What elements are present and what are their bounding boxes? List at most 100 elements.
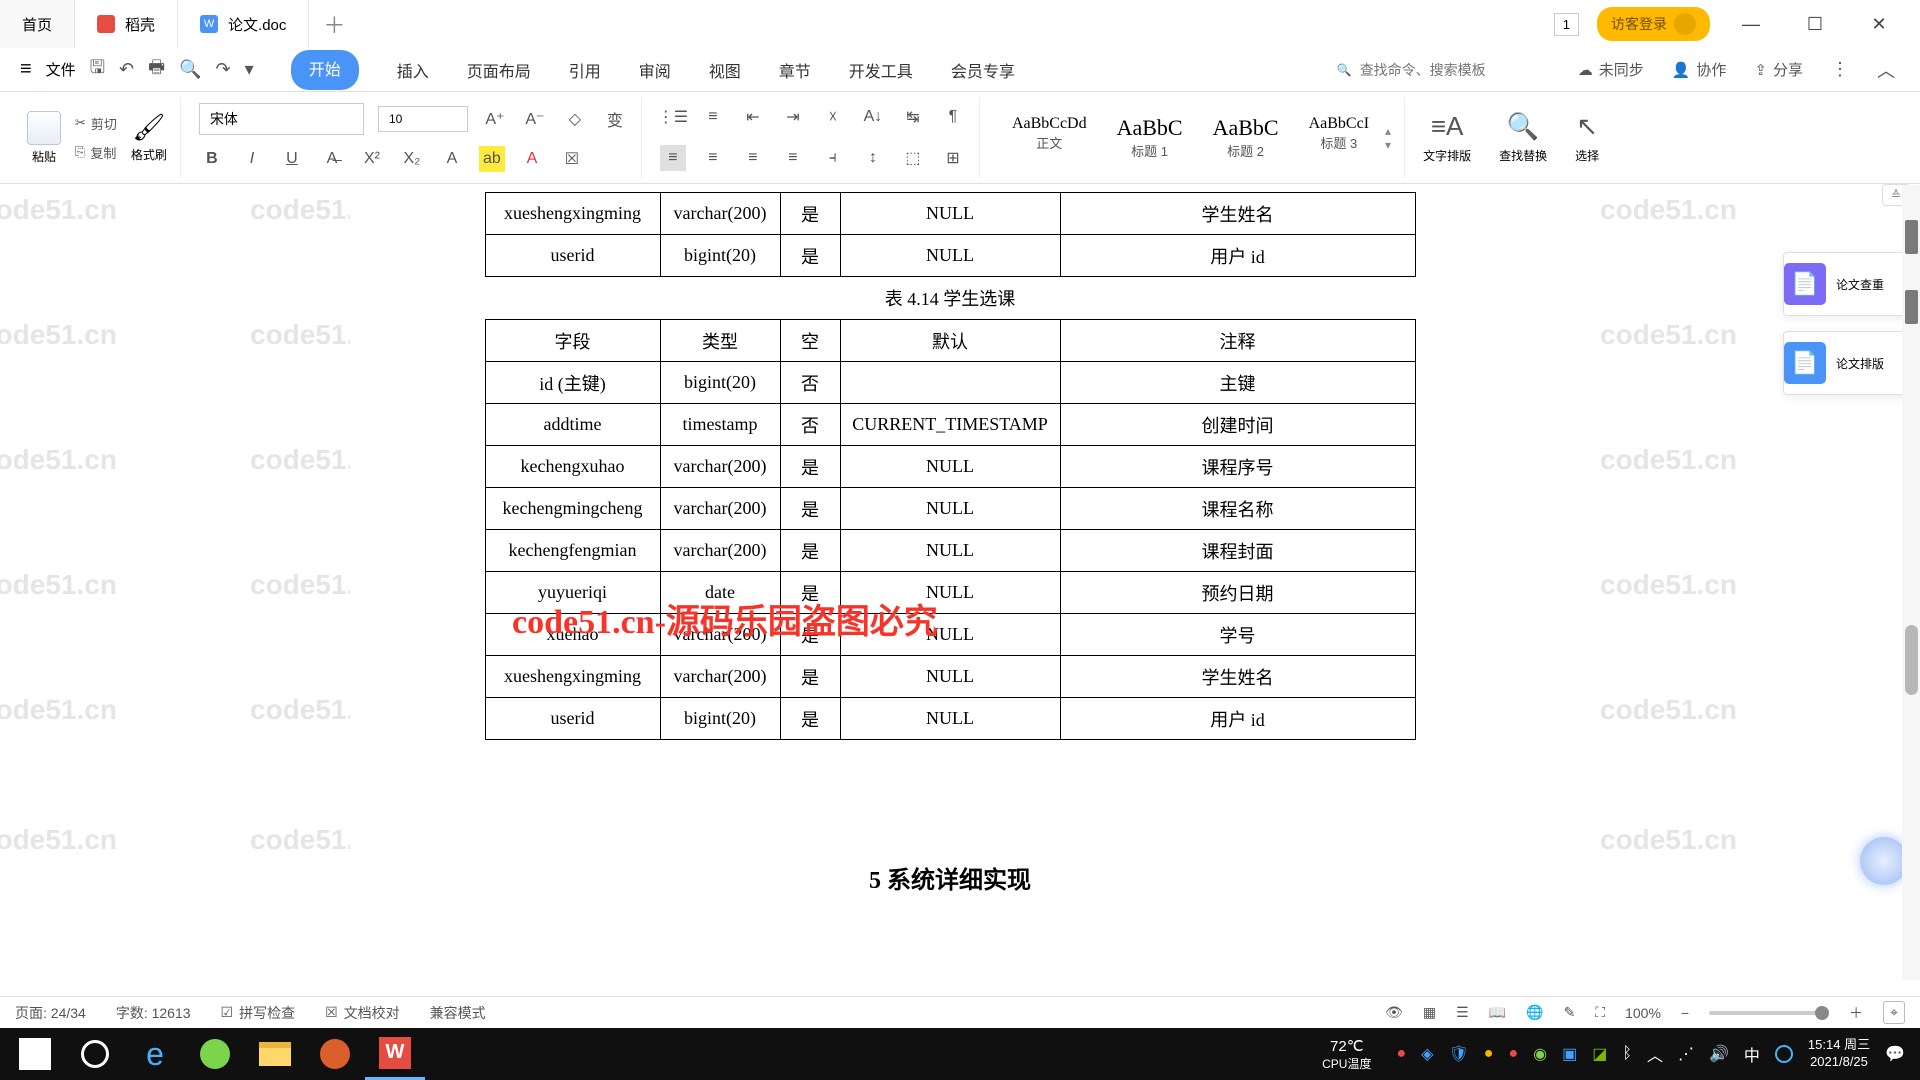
distribute[interactable]: ⫞: [820, 145, 846, 171]
format-painter[interactable]: 🖌 格式刷: [131, 112, 167, 163]
superscript-button[interactable]: X²: [359, 146, 385, 172]
collapse-ribbon-icon[interactable]: ︿: [1877, 57, 1895, 83]
minimize-button[interactable]: —: [1728, 14, 1774, 35]
share-button[interactable]: ⇪分享: [1754, 59, 1803, 80]
select-button[interactable]: ↖选择: [1575, 111, 1599, 164]
tray-icon[interactable]: 🛡: [1448, 1044, 1468, 1064]
show-marks-icon[interactable]: ¶: [940, 104, 966, 130]
dropdown-icon[interactable]: ▾: [245, 59, 254, 80]
maximize-button[interactable]: ☐: [1792, 14, 1838, 35]
menu-vip[interactable]: 会员专享: [951, 50, 1015, 90]
menu-dev[interactable]: 开发工具: [849, 50, 913, 90]
thesis-layout-button[interactable]: 📄 论文排版: [1783, 331, 1910, 395]
align-justify[interactable]: ≡: [780, 145, 806, 171]
tray-icon[interactable]: ●: [1396, 1045, 1406, 1063]
collab-button[interactable]: 👤协作: [1672, 59, 1727, 80]
search-tray-icon[interactable]: [1775, 1045, 1793, 1063]
char-border[interactable]: ☒: [559, 146, 585, 172]
zoom-out[interactable]: −: [1681, 1005, 1689, 1021]
text-effect[interactable]: A: [439, 146, 465, 172]
app-button[interactable]: [305, 1028, 365, 1080]
align-right[interactable]: ≡: [740, 145, 766, 171]
doc-review[interactable]: ☒文档校对: [325, 1003, 400, 1023]
menu-insert[interactable]: 插入: [397, 50, 429, 90]
zoom-slider[interactable]: [1709, 1011, 1829, 1015]
style-normal[interactable]: AaBbCcDd正文: [998, 112, 1101, 163]
numbering-icon[interactable]: ≡: [700, 104, 726, 130]
bluetooth-icon[interactable]: ᛒ: [1622, 1045, 1632, 1063]
tray-icon[interactable]: ●: [1508, 1045, 1518, 1063]
cut-button[interactable]: ✂剪切: [75, 114, 117, 133]
spell-check[interactable]: ☑拼写检查: [221, 1003, 296, 1023]
italic-button[interactable]: I: [239, 146, 265, 172]
style-h1[interactable]: AaBbC标题 1: [1103, 112, 1197, 163]
style-scroll[interactable]: ▴▾: [1385, 112, 1391, 163]
sort-icon[interactable]: A↓: [860, 104, 886, 130]
layout-web-icon[interactable]: 🌐: [1526, 1004, 1543, 1021]
hamburger-icon[interactable]: ≡: [20, 58, 32, 81]
underline-button[interactable]: U: [279, 146, 305, 172]
clock[interactable]: 15:14 周三 2021/8/25: [1808, 1037, 1870, 1071]
wifi-icon[interactable]: ⋰: [1678, 1044, 1694, 1064]
border-icon[interactable]: ⊞: [940, 145, 966, 171]
start-button[interactable]: [5, 1028, 65, 1080]
indent-icon[interactable]: ⇥: [780, 104, 806, 130]
pen-icon[interactable]: ✎: [1564, 1004, 1576, 1021]
zoom-level[interactable]: 100%: [1625, 1005, 1661, 1021]
bold-button[interactable]: B: [199, 146, 225, 172]
typeset-button[interactable]: ≡A文字排版: [1423, 111, 1471, 164]
guest-login[interactable]: 访客登录: [1597, 7, 1710, 41]
notification-badge[interactable]: 1: [1554, 13, 1579, 36]
preview-icon[interactable]: 🔍: [179, 59, 201, 80]
word-count[interactable]: 字数: 12613: [116, 1003, 191, 1023]
bullets-icon[interactable]: ⋮☰: [660, 104, 686, 130]
cpu-temp[interactable]: 72℃ CPU温度: [1322, 1037, 1371, 1072]
print-icon[interactable]: 🖶: [148, 55, 165, 85]
wps-button[interactable]: W: [365, 1028, 425, 1080]
notifications-icon[interactable]: 💬: [1885, 1044, 1905, 1064]
tray-icon[interactable]: ◈: [1421, 1044, 1433, 1064]
tab-icon[interactable]: ↹: [900, 104, 926, 130]
line-spacing[interactable]: ↕: [860, 145, 886, 171]
copy-button[interactable]: ⎘复制: [75, 143, 117, 162]
tab-add[interactable]: ＋: [309, 0, 359, 48]
undo-icon[interactable]: ↶: [119, 59, 134, 80]
tray-icon[interactable]: ◉: [1533, 1044, 1547, 1064]
font-color-button[interactable]: A: [519, 146, 545, 172]
align-left[interactable]: ≡: [660, 145, 686, 171]
ime-icon[interactable]: 中: [1744, 1042, 1760, 1066]
close-button[interactable]: ✕: [1856, 14, 1902, 35]
vertical-scrollbar[interactable]: [1902, 185, 1920, 980]
menu-chapter[interactable]: 章节: [779, 50, 811, 90]
font-size-select[interactable]: 10: [378, 106, 468, 132]
menu-layout[interactable]: 页面布局: [467, 50, 531, 90]
tab-home[interactable]: 首页: [0, 0, 75, 48]
layout-outline-icon[interactable]: ☰: [1456, 1004, 1469, 1021]
redo-icon[interactable]: ↷: [216, 59, 231, 80]
strike-button[interactable]: A̶: [319, 146, 345, 172]
menu-view[interactable]: 视图: [709, 50, 741, 90]
zoom-100[interactable]: ⌖: [1883, 1001, 1905, 1024]
tab-document[interactable]: W 论文.doc: [178, 0, 309, 48]
eye-icon[interactable]: 👁: [1385, 1004, 1403, 1021]
highlight-button[interactable]: ab: [479, 146, 505, 172]
find-button[interactable]: 🔍查找替换: [1499, 111, 1547, 164]
tray-icon[interactable]: ●: [1484, 1045, 1494, 1063]
browser-button[interactable]: [185, 1028, 245, 1080]
search-input[interactable]: [1360, 62, 1550, 78]
phonetic-icon[interactable]: 变: [602, 106, 628, 132]
scrollbar-thumb[interactable]: [1905, 625, 1918, 695]
menu-start[interactable]: 开始: [291, 50, 359, 90]
clear-format[interactable]: ◇: [562, 106, 588, 132]
tray-icon[interactable]: ▣: [1562, 1044, 1577, 1064]
plagiarism-check-button[interactable]: 📄 论文查重: [1783, 252, 1910, 316]
more-icon[interactable]: ⋮: [1831, 59, 1849, 80]
assistant-bubble[interactable]: [1860, 837, 1908, 885]
menu-reference[interactable]: 引用: [569, 50, 601, 90]
subscript-button[interactable]: X₂: [399, 146, 425, 172]
style-h3[interactable]: AaBbCcI标题 3: [1295, 112, 1383, 163]
explorer-button[interactable]: [245, 1028, 305, 1080]
menu-review[interactable]: 审阅: [639, 50, 671, 90]
search-box[interactable]: 🔍: [1337, 62, 1550, 78]
asian-layout-icon[interactable]: ☓: [820, 104, 846, 130]
